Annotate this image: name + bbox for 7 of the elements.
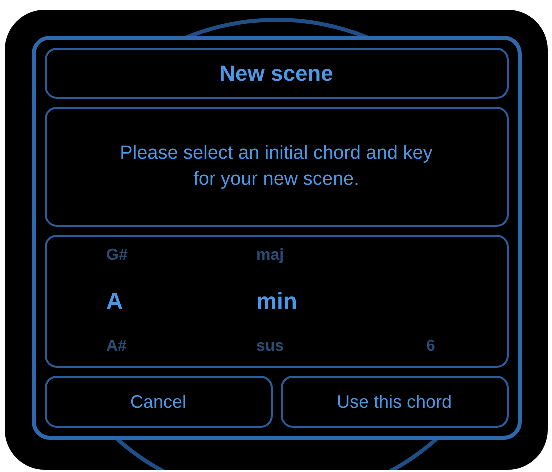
- cancel-button[interactable]: Cancel: [44, 376, 272, 428]
- picker-item[interactable]: min: [256, 274, 426, 328]
- dialog-title: New scene: [220, 60, 334, 87]
- confirm-button[interactable]: Use this chord: [280, 376, 508, 428]
- picker-item[interactable]: A: [106, 274, 256, 328]
- dialog-message: Please select an initial chord and key for your new scene.: [119, 142, 434, 192]
- chord-picker[interactable]: G# A A# maj min sus 6: [44, 234, 508, 368]
